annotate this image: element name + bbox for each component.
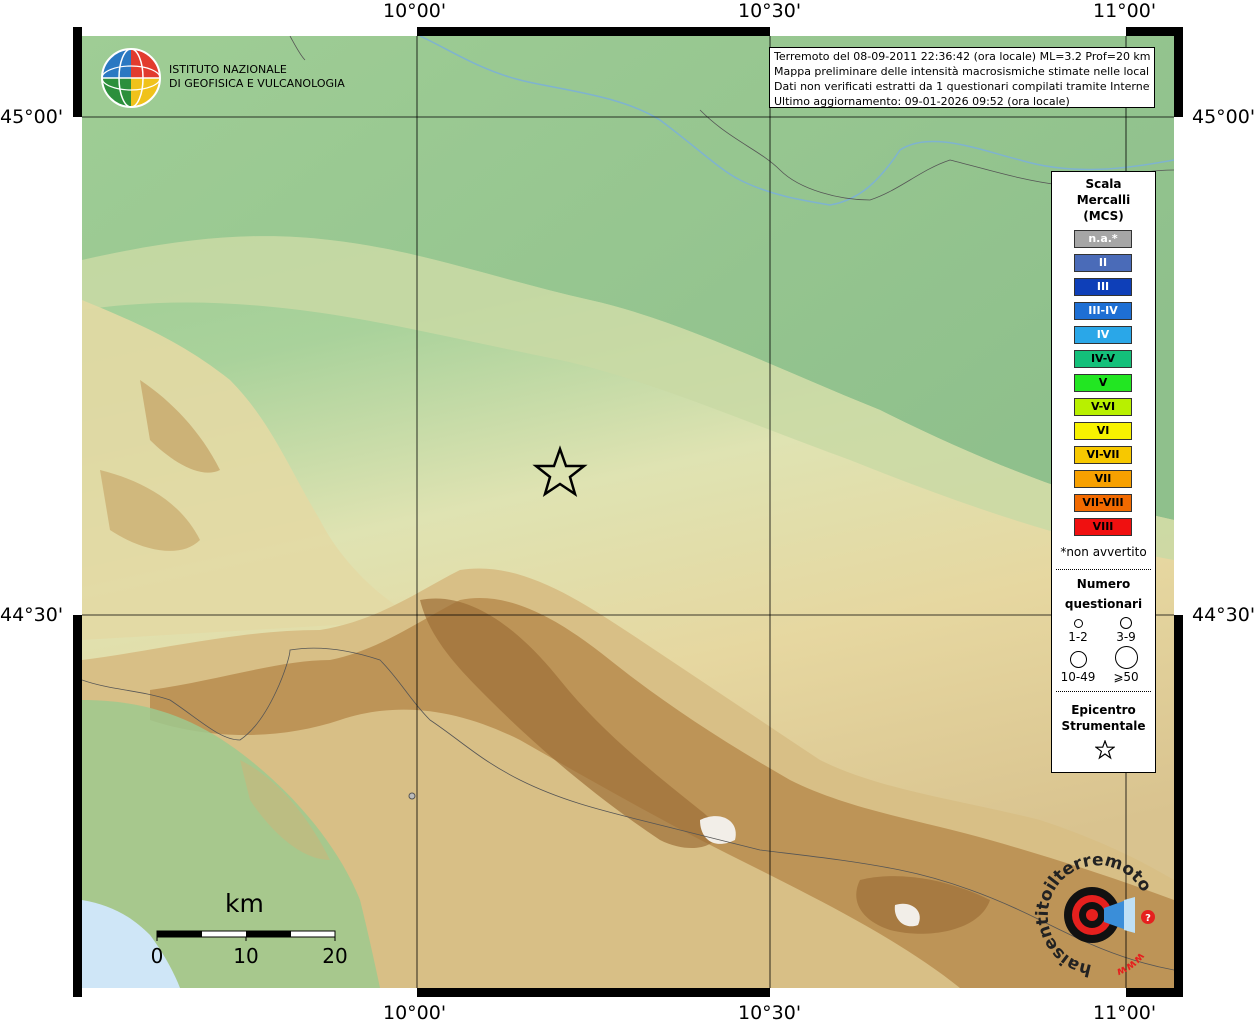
epicenter-title: Epicentro Strumentale [1052,702,1155,734]
scale-bar-tick-10: 10 [233,944,259,968]
institute-line-1: ISTITUTO NAZIONALE [169,63,287,76]
legend-title-line-3: (MCS) [1083,209,1124,223]
legend-swatch-iii-iv: III-IV [1074,302,1132,320]
legend-swatch-n-a: n.a.* [1074,230,1132,248]
scale-bar-unit: km [225,889,264,918]
legend-swatch-viii: VIII [1074,518,1132,536]
legend-title-line-2: Mercalli [1076,193,1131,207]
lat-label-left-45-00: 45°00' [0,106,64,128]
legend-swatch-iii: III [1074,278,1132,296]
legend-divider-2 [1056,691,1151,692]
circle-size-10-49 [1070,651,1087,668]
legend-star-icon [1095,740,1115,760]
questionnaires-title-line-2: questionari [1064,597,1143,611]
lon-label-top-10-00: 10°00' [383,0,447,22]
legend-swatch-iv-v: IV-V [1074,350,1132,368]
questionnaires-title: Numero questionari [1052,574,1155,614]
questionnaires-title-line-1: Numero [1076,577,1131,591]
legend-divider [1056,569,1151,570]
circle-label-10-49: 10-49 [1060,670,1096,684]
event-info-line-2: Mappa preliminare delle intensità macros… [774,65,1150,78]
epicenter-title-line-2: Strumentale [1061,719,1146,733]
legend-swatch-vi-vii: VI-VII [1074,446,1132,464]
legend-swatch-iv: IV [1074,326,1132,344]
legend-swatch-vii: VII [1074,470,1132,488]
circle-label-50-plus: ⩾50 [1113,670,1139,684]
legend-swatch-v-vi: V-VI [1074,398,1132,416]
circle-size-1-2 [1074,619,1083,628]
terrain [82,36,1174,988]
lon-label-top-10-30: 10°30' [738,0,802,22]
event-info-line-1: Terremoto del 08-09-2011 22:36:42 (ora l… [774,50,1150,63]
lat-label-left-44-30: 44°30' [0,604,64,626]
scale-bar-tick-20: 20 [322,944,348,968]
globe-logo-icon [101,48,161,108]
lon-label-bottom-10-00: 10°00' [383,1002,447,1024]
legend-swatch-v: V [1074,374,1132,392]
lat-label-right-44-30: 44°30' [1192,604,1256,626]
institute-line-2: DI GEOFISICA E VULCANOLOGIA [169,77,345,90]
event-info-line-4: Ultimo aggiornamento: 09-01-2026 09:52 (… [774,95,1070,108]
lon-label-bottom-10-30: 10°30' [738,1002,802,1024]
event-info-box: Terremoto del 08-09-2011 22:36:42 (ora l… [769,47,1155,108]
legend-swatch-ii: II [1074,254,1132,272]
lon-label-top-11-00: 11°00' [1093,0,1157,22]
epicenter-title-line-1: Epicentro [1071,703,1136,717]
event-info-line-3: Dati non verificati estratti da 1 questi… [774,80,1150,93]
circle-size-3-9 [1120,617,1132,629]
scale-bar-tick-0: 0 [150,944,164,968]
legend-swatch-vii-viii: VII-VIII [1074,494,1132,512]
lat-label-right-45-00: 45°00' [1192,106,1256,128]
legend-title-line-1: Scala [1085,177,1122,191]
legend-title: Scala Mercalli (MCS) [1052,176,1155,224]
lon-label-bottom-11-00: 11°00' [1093,1002,1157,1024]
circle-size-50-plus [1115,646,1138,669]
institute-name: ISTITUTO NAZIONALE DI GEOFISICA E VULCAN… [169,63,345,91]
haisentito-logo: haisentitoilterremoto.it www. [1030,852,1155,980]
intensity-legend: Scala Mercalli (MCS) n.a.* II III III-IV IV I… [1051,171,1156,773]
town-marker [408,792,416,800]
circle-label-1-2: 1-2 [1068,630,1088,644]
circle-label-3-9: 3-9 [1116,630,1136,644]
legend-swatch-vi: VI [1074,422,1132,440]
not-felt-note: *non avvertito [1060,545,1147,559]
